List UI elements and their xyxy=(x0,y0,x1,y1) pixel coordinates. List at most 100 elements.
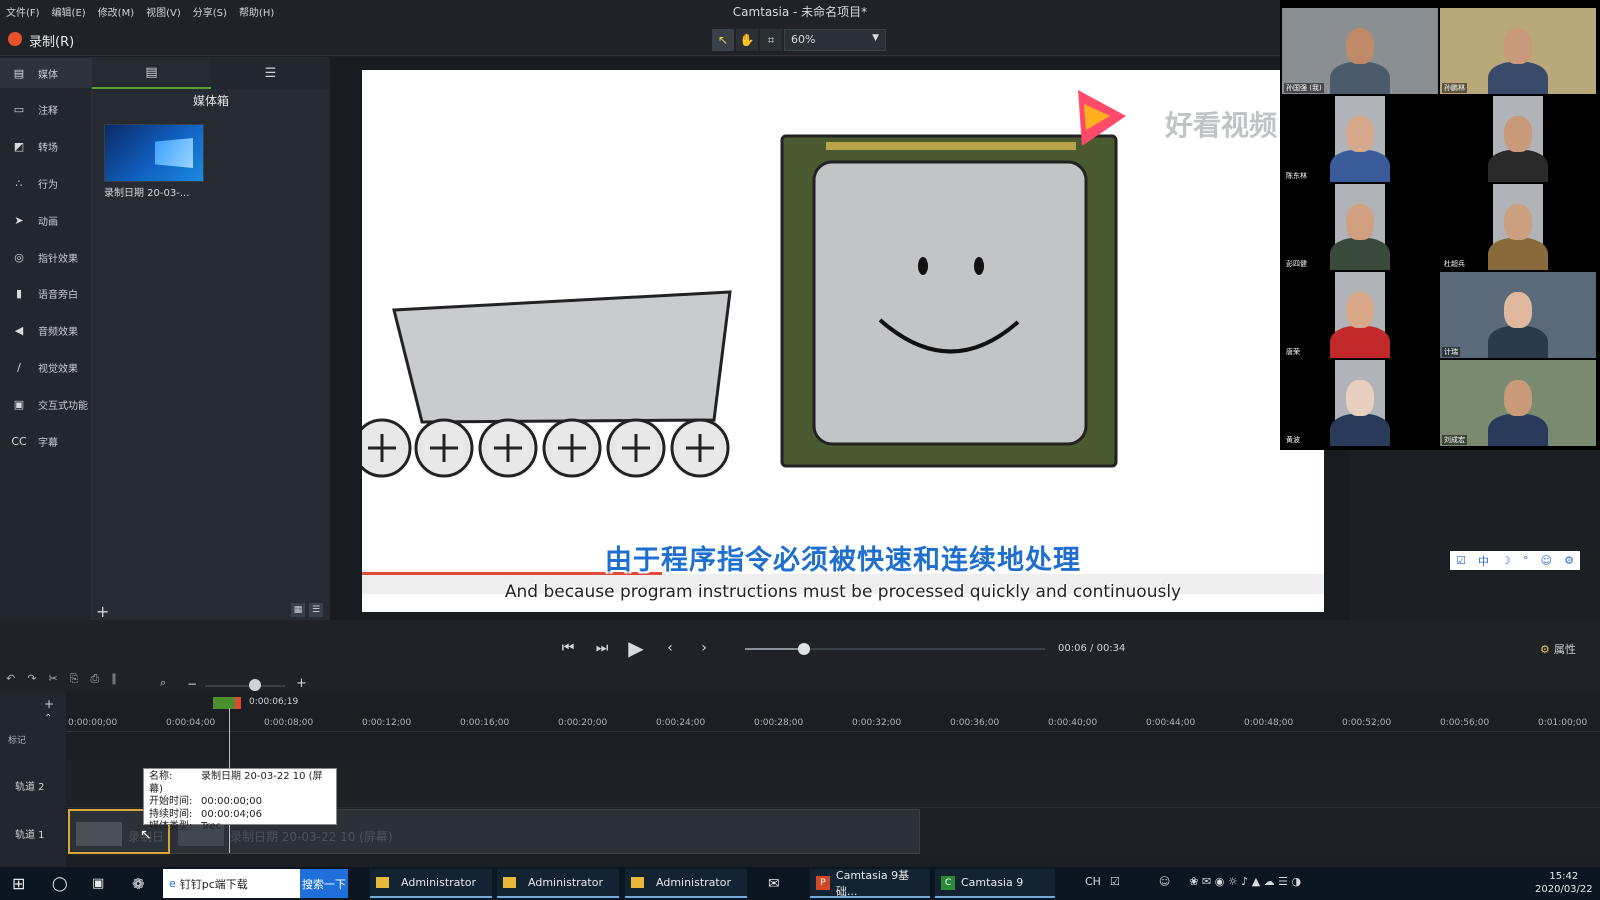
redo-icon[interactable]: ↷ xyxy=(27,672,36,686)
preview-canvas[interactable] xyxy=(362,70,1324,612)
participant-tile[interactable]: 孙国强 (我) xyxy=(1282,8,1438,94)
windows-start-icon[interactable]: ⊞ xyxy=(12,869,25,898)
taskbar-search-button[interactable]: 搜索一下 xyxy=(300,869,348,898)
menu-help[interactable]: 帮助(H) xyxy=(239,4,274,19)
taskbar-clock[interactable]: 15:42 2020/03/22 xyxy=(1535,870,1593,896)
record-button[interactable]: 录制(R) xyxy=(29,31,74,50)
tooltip-row: 开始时间: 00:00:00;00 xyxy=(149,796,331,809)
cut-icon[interactable]: ✂ xyxy=(48,672,57,686)
tooltip-value: 00:00:04;06 xyxy=(201,808,263,820)
person-icon[interactable]: ☺ xyxy=(1159,875,1170,888)
scrub-handle[interactable] xyxy=(798,643,810,655)
add-media-button[interactable]: + xyxy=(96,602,109,621)
zoom-in-button[interactable]: + xyxy=(296,676,307,691)
grid-view-icon[interactable]: ▦ xyxy=(291,603,305,617)
taskbar-app[interactable]: Administrator xyxy=(625,869,747,898)
playhead-out-marker[interactable] xyxy=(235,697,241,709)
ime-indicator[interactable]: CH xyxy=(1085,875,1101,888)
chevron-up-icon[interactable]: ⌃ xyxy=(44,713,52,724)
task-view-icon[interactable]: ▣ xyxy=(92,869,104,898)
tooltip-row: 媒体类型: Trec xyxy=(149,821,331,834)
participant-face xyxy=(1504,116,1532,152)
participant-tile[interactable]: 孙鹏林 xyxy=(1440,8,1596,94)
tray-icons[interactable]: ❀ ✉ ◉ ☼ ♪ ▲ ☁ ☰ ◑ xyxy=(1189,875,1301,888)
menu-view[interactable]: 视图(V) xyxy=(146,4,181,19)
taskbar-app[interactable]: C Camtasia 9 xyxy=(935,869,1055,898)
timeline-toolbar xyxy=(0,670,1600,692)
user-icon[interactable]: ☺ xyxy=(1541,554,1552,567)
punct-icon[interactable]: ° xyxy=(1523,554,1529,567)
tool-label: 转场 xyxy=(38,143,58,155)
mail-icon[interactable]: ✉ xyxy=(768,869,780,898)
tool-microphone[interactable]: ▮ 语音旁白 xyxy=(0,279,92,309)
ime-icon[interactable]: ☑ xyxy=(1456,554,1466,567)
clock-date: 2020/03/22 xyxy=(1535,884,1593,895)
taskbar-app[interactable]: P Camtasia 9基础... xyxy=(810,869,930,898)
participant-body xyxy=(1488,62,1548,94)
menu-share[interactable]: 分享(S) xyxy=(193,4,227,19)
cortana-icon[interactable]: ◯ xyxy=(52,869,68,898)
zoom-out-button[interactable]: − xyxy=(187,677,197,691)
current-time: 00:06 xyxy=(1058,643,1087,654)
track-1-label: 轨道 1 xyxy=(15,830,45,841)
paste-icon[interactable]: ⎙ xyxy=(90,672,99,686)
menu-modify[interactable]: 修改(M) xyxy=(98,4,134,19)
pointer-tool-icon[interactable]: ↖ xyxy=(712,29,734,51)
split-icon[interactable]: ∥ xyxy=(111,672,117,686)
tool-interactive[interactable]: ▣ 交互式功能 xyxy=(0,389,92,419)
zoom-search-icon[interactable]: ⌕ xyxy=(160,676,166,690)
tab-media-bin[interactable]: ▤ xyxy=(92,57,211,89)
participant-tile[interactable]: 黄波 xyxy=(1282,360,1438,446)
participant-tile[interactable]: 杜超兵 xyxy=(1440,184,1596,270)
next-marker-icon[interactable]: › xyxy=(694,640,714,656)
participant-tile[interactable]: 彭四健 xyxy=(1282,184,1438,270)
check-icon[interactable]: ☑ xyxy=(1110,875,1120,888)
participant-name: 计瑞 xyxy=(1442,347,1460,357)
copy-icon[interactable]: ⎘ xyxy=(70,672,79,686)
step-back-icon[interactable]: ⏮ xyxy=(558,640,578,656)
properties-button[interactable]: ⚙ 属性 xyxy=(1540,641,1576,657)
zoom-dropdown[interactable]: 60% ▼ xyxy=(784,29,886,51)
participant-tile[interactable]: 刘成宏 xyxy=(1440,360,1596,446)
participant-body xyxy=(1330,150,1390,182)
tool-wand[interactable]: ∕ 视觉效果 xyxy=(0,352,92,382)
pan-tool-icon[interactable]: ✋ xyxy=(736,29,758,51)
app-360-icon[interactable]: ❁ xyxy=(132,869,145,898)
tool-cursor-effect[interactable]: ◎ 指针效果 xyxy=(0,242,92,272)
crop-tool-icon[interactable]: ⌗ xyxy=(760,29,782,51)
participant-face xyxy=(1504,204,1532,240)
participant-tile[interactable]: 计瑞 xyxy=(1440,272,1596,358)
tool-behavior[interactable]: ∴ 行为 xyxy=(0,168,92,198)
tab-library[interactable]: ☰ xyxy=(211,57,330,89)
menu-edit[interactable]: 编辑(E) xyxy=(52,4,86,19)
participant-face xyxy=(1504,292,1532,328)
record-icon[interactable] xyxy=(8,32,22,46)
undo-icon[interactable]: ↶ xyxy=(6,672,15,686)
add-track-button[interactable]: + xyxy=(44,697,54,711)
taskbar-search-input[interactable]: e 钉钉pc端下载 xyxy=(163,869,300,898)
prev-marker-icon[interactable]: ‹ xyxy=(660,640,680,656)
tool-speaker[interactable]: ◀ 音频效果 xyxy=(0,316,92,346)
participant-tile[interactable]: 唐荣 xyxy=(1282,272,1438,358)
moon-icon[interactable]: ☽ xyxy=(1501,554,1511,567)
play-icon[interactable]: ▶ xyxy=(626,636,646,660)
timeline-zoom-slider[interactable] xyxy=(205,685,285,687)
taskbar-app[interactable]: Administrator xyxy=(370,869,492,898)
timeline-zoom-handle[interactable] xyxy=(249,679,261,691)
tool-animation[interactable]: ➤ 动画 xyxy=(0,205,92,235)
ruler-tick: 0:00:04;00 xyxy=(166,718,216,728)
tooltip-key: 媒体类型: xyxy=(149,821,193,832)
menu-file[interactable]: 文件(F) xyxy=(6,4,40,19)
tool-transition[interactable]: ◩ 转场 xyxy=(0,132,92,162)
gear-icon[interactable]: ⚙ xyxy=(1564,554,1574,567)
ime-mode[interactable]: 中 xyxy=(1478,553,1489,569)
list-view-icon[interactable]: ☰ xyxy=(309,603,323,617)
tool-callout[interactable]: ▭ 注释 xyxy=(0,95,92,125)
participant-tile[interactable] xyxy=(1440,96,1596,182)
step-forward-icon[interactable]: ⏭ xyxy=(592,640,612,656)
tool-label: 注释 xyxy=(38,106,58,118)
taskbar-app[interactable]: Administrator xyxy=(497,869,619,898)
tool-film[interactable]: ▤ 媒体 xyxy=(0,58,92,88)
tool-cc[interactable]: CC 字幕 xyxy=(0,426,92,456)
participant-tile[interactable]: 陈东林 xyxy=(1282,96,1438,182)
